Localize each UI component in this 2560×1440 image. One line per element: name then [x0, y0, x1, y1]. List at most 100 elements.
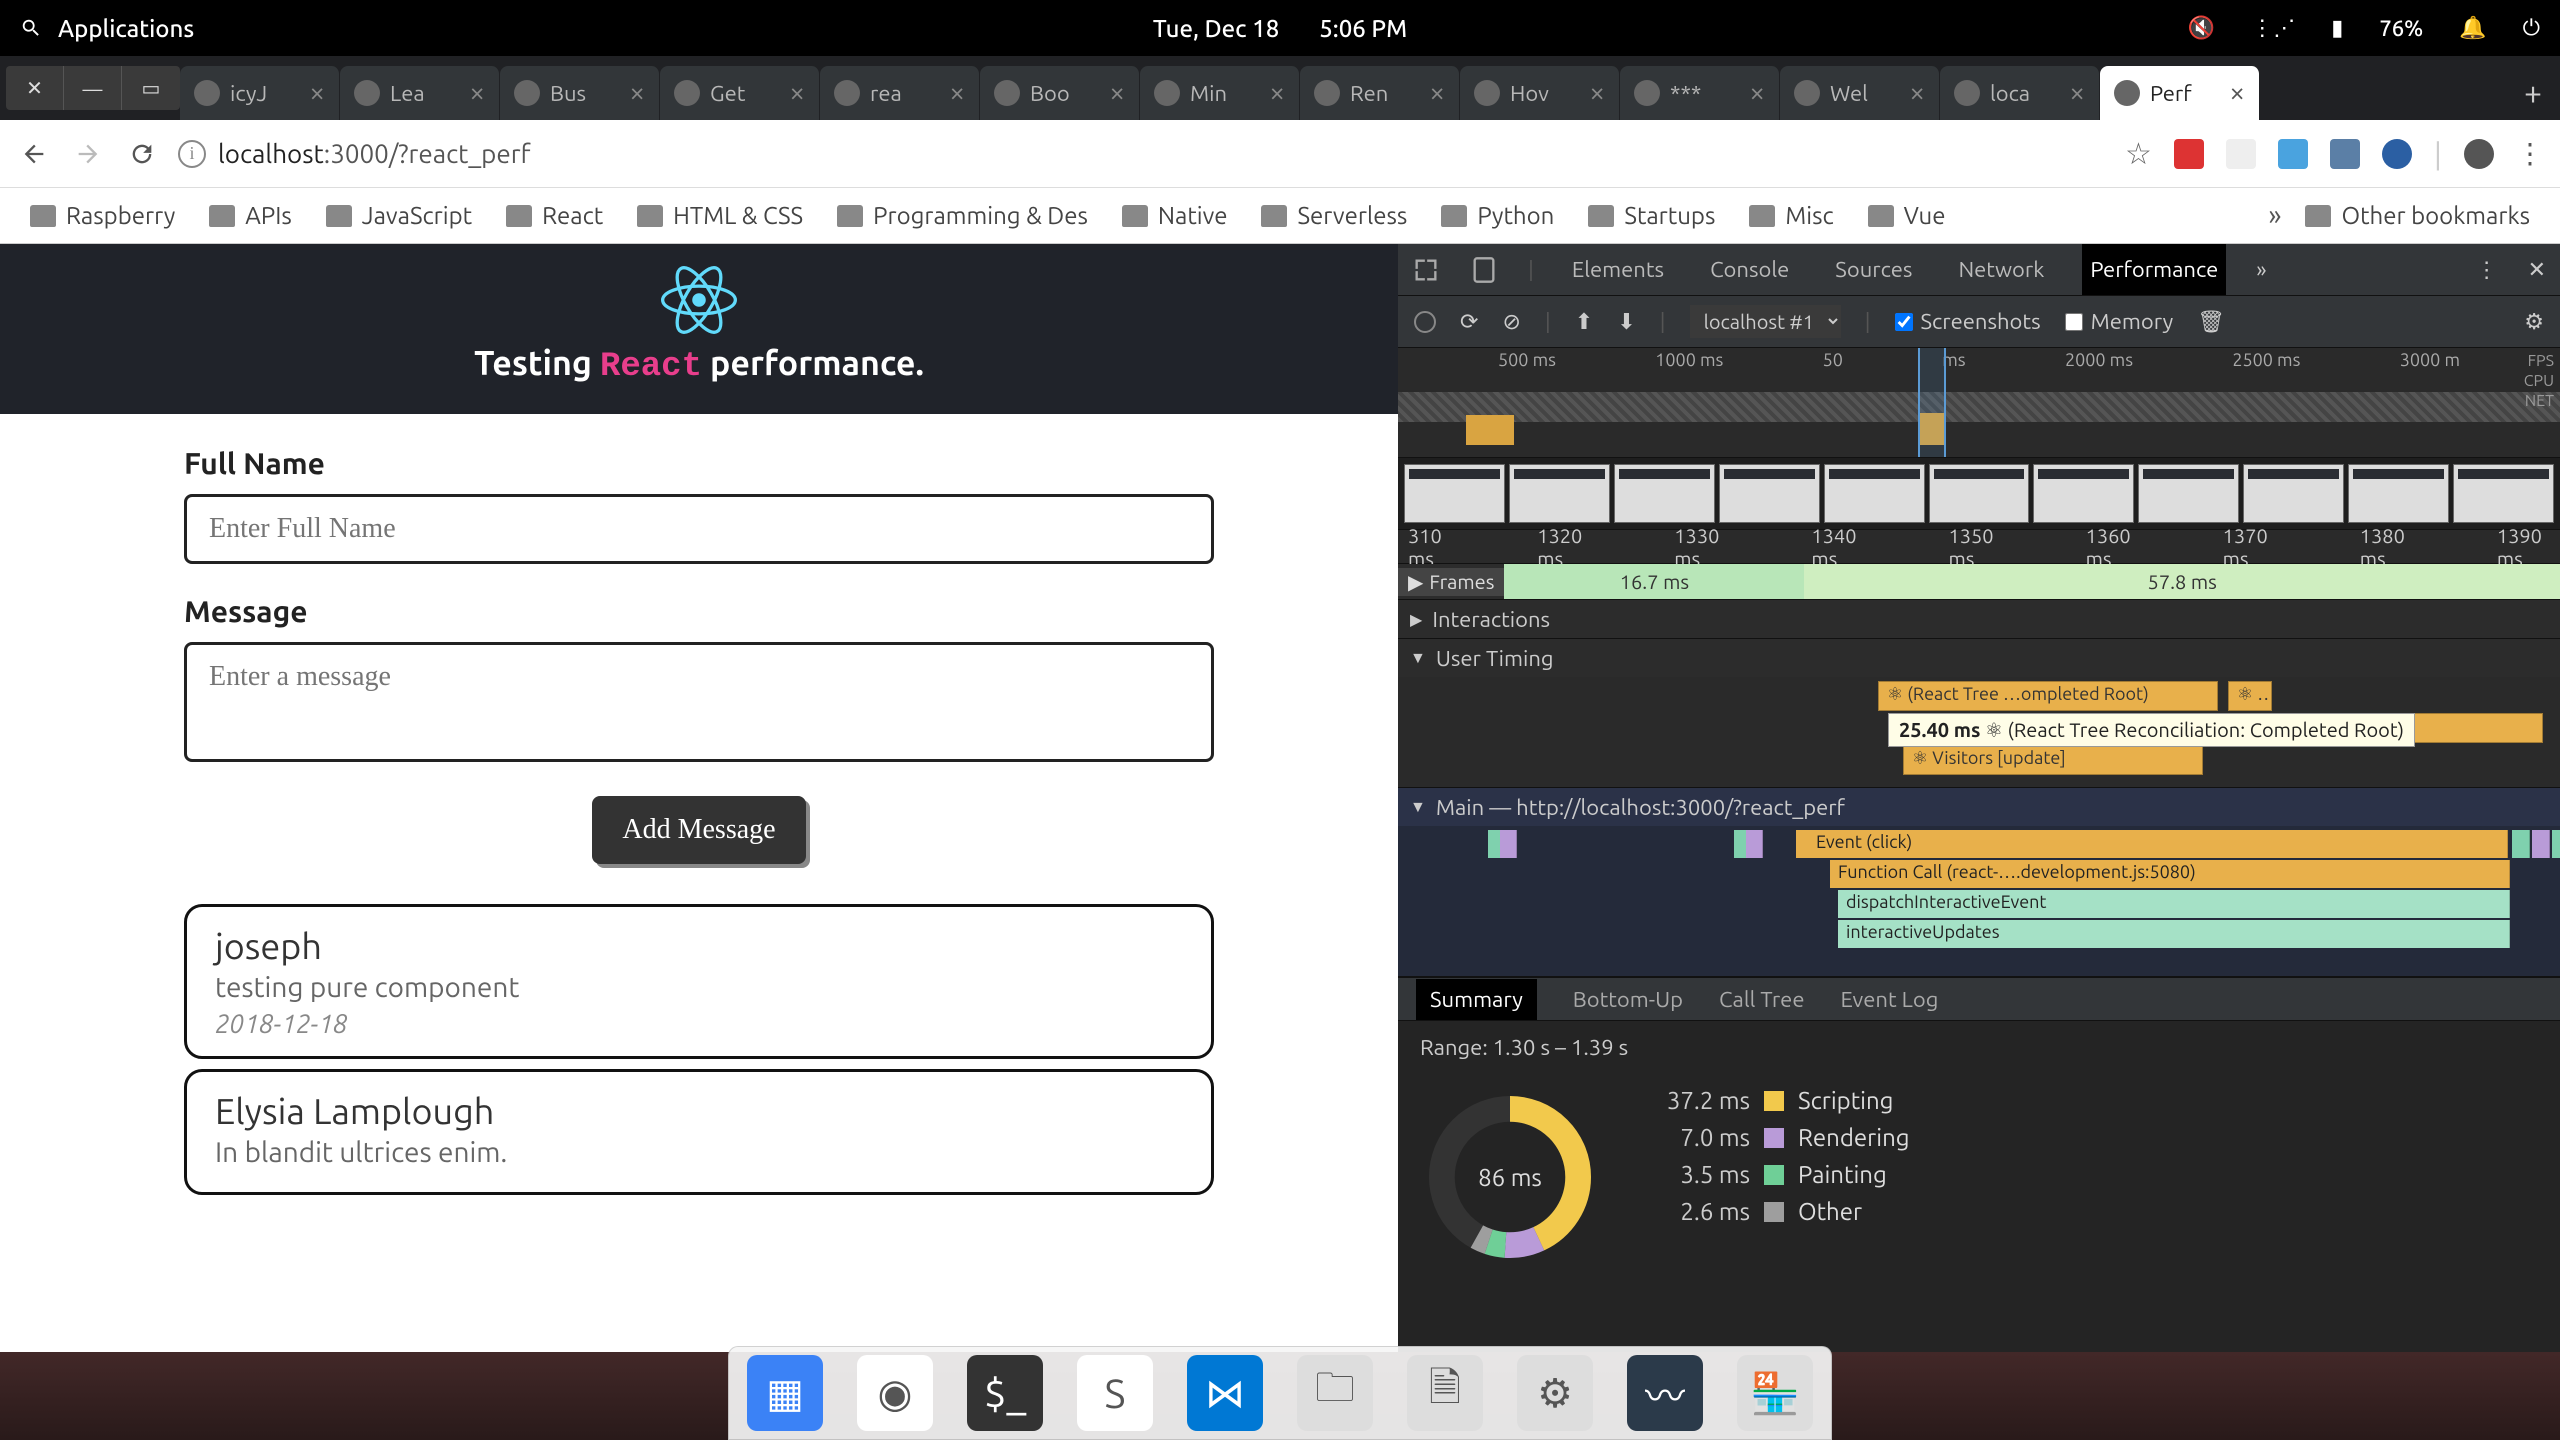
bookmark-item[interactable]: APIs: [199, 202, 302, 229]
dock-notes-icon[interactable]: 🗎: [1407, 1355, 1483, 1431]
perf-overview[interactable]: 500 ms1000 ms50ms2000 ms2500 ms3000 m FP…: [1398, 348, 2560, 458]
close-tab-icon[interactable]: ×: [1749, 79, 1765, 107]
close-tab-icon[interactable]: ×: [309, 79, 325, 107]
close-tab-icon[interactable]: ×: [469, 79, 485, 107]
bookmark-item[interactable]: Startups: [1578, 202, 1725, 229]
main-thread-track[interactable]: ▼Main — http://localhost:3000/?react_per…: [1398, 788, 2560, 826]
devtools-tab[interactable]: Console: [1702, 244, 1797, 295]
dock-vscode-icon[interactable]: ⋈: [1187, 1355, 1263, 1431]
flame-bar[interactable]: interactiveUpdates: [1838, 920, 2510, 948]
new-tab-button[interactable]: +: [2506, 66, 2560, 120]
notifications-icon[interactable]: 🔔: [2459, 15, 2486, 41]
bookmark-item[interactable]: Vue: [1858, 202, 1956, 229]
browser-tab[interactable]: Get×: [660, 66, 820, 120]
window-maximize[interactable]: ▭: [122, 66, 180, 110]
dock-settings-icon[interactable]: ⚙: [1517, 1355, 1593, 1431]
wifi-icon[interactable]: ⋮⋰: [2251, 15, 2295, 41]
frame-segment[interactable]: 57.8 ms: [1804, 564, 2560, 599]
devtools-tab[interactable]: Network: [1950, 244, 2052, 295]
browser-tab[interactable]: rea×: [820, 66, 980, 120]
browser-tab[interactable]: Wel×: [1780, 66, 1940, 120]
dock-files-icon[interactable]: 🗀: [1297, 1355, 1373, 1431]
timing-bar[interactable]: ⚛ Visitors [update]: [1903, 745, 2203, 775]
browser-tab[interactable]: Ren×: [1300, 66, 1460, 120]
bookmark-item[interactable]: Serverless: [1251, 202, 1417, 229]
browser-tab[interactable]: Perf×: [2100, 66, 2260, 120]
volume-mute-icon[interactable]: 🔇: [2188, 15, 2215, 41]
bookmarks-overflow[interactable]: »: [2268, 200, 2281, 231]
bookmark-item[interactable]: React: [496, 202, 613, 229]
dock-apps-icon[interactable]: ▦: [747, 1355, 823, 1431]
close-tab-icon[interactable]: ×: [2229, 79, 2245, 107]
bookmark-item[interactable]: Misc: [1739, 202, 1843, 229]
flame-bar[interactable]: [1746, 830, 1763, 858]
close-tab-icon[interactable]: ×: [949, 79, 965, 107]
close-tab-icon[interactable]: ×: [629, 79, 645, 107]
extension-icon[interactable]: [2278, 139, 2308, 169]
dock-slack-icon[interactable]: S: [1077, 1355, 1153, 1431]
target-select[interactable]: localhost #1: [1690, 305, 1841, 338]
summary-tab[interactable]: Summary: [1416, 979, 1537, 1020]
browser-tab[interactable]: loca×: [1940, 66, 2100, 120]
flame-bar[interactable]: dispatchInteractiveEvent: [1838, 890, 2510, 918]
bookmark-item[interactable]: Native: [1112, 202, 1238, 229]
browser-tab[interactable]: Boo×: [980, 66, 1140, 120]
dock-store-icon[interactable]: 🏪: [1737, 1355, 1813, 1431]
reload-record-button[interactable]: ⟳: [1460, 309, 1478, 335]
extension-icon[interactable]: [2382, 139, 2412, 169]
dock-monitor-icon[interactable]: 〰: [1627, 1355, 1703, 1431]
record-button[interactable]: [1414, 311, 1436, 333]
url-field[interactable]: i localhost:3000/?react_perf: [178, 139, 2107, 168]
bookmark-item[interactable]: Raspberry: [20, 202, 185, 229]
summary-tab[interactable]: Bottom-Up: [1573, 987, 1683, 1012]
window-close[interactable]: ✕: [6, 66, 64, 110]
devtools-tab[interactable]: Elements: [1564, 244, 1672, 295]
window-minimize[interactable]: —: [64, 66, 122, 110]
save-profile-icon[interactable]: ⬇: [1617, 309, 1635, 335]
bookmark-item[interactable]: Python: [1431, 202, 1564, 229]
close-tab-icon[interactable]: ×: [789, 79, 805, 107]
back-button[interactable]: [16, 136, 52, 172]
close-tab-icon[interactable]: ×: [1429, 79, 1445, 107]
timing-bar[interactable]: ⚛ (React Tree …ompleted Root): [1878, 681, 2218, 711]
bookmark-item[interactable]: HTML & CSS: [627, 202, 813, 229]
user-timing-track[interactable]: ▼User Timing: [1398, 639, 2560, 677]
flame-chart[interactable]: Event (click)Function Call (react-….deve…: [1398, 826, 2560, 976]
browser-menu-icon[interactable]: ⋮: [2516, 137, 2544, 170]
devtools-more-tabs[interactable]: »: [2256, 257, 2266, 282]
browser-tab[interactable]: Min×: [1140, 66, 1300, 120]
flame-bar[interactable]: Function Call (react-….development.js:50…: [1830, 860, 2510, 888]
browser-tab[interactable]: ***×: [1620, 66, 1780, 120]
bookmark-star-icon[interactable]: ☆: [2125, 136, 2152, 172]
devtools-close-icon[interactable]: ✕: [2528, 257, 2546, 283]
extension-icon[interactable]: [2330, 139, 2360, 169]
site-info-icon[interactable]: i: [178, 140, 206, 168]
clear-button[interactable]: ⊘: [1502, 309, 1520, 335]
dock-terminal-icon[interactable]: $_: [967, 1355, 1043, 1431]
device-icon[interactable]: [1470, 256, 1498, 284]
flame-bar[interactable]: [2552, 830, 2560, 858]
timing-bar[interactable]: ⚛ …): [2228, 681, 2272, 711]
dock-chrome-icon[interactable]: ◉: [857, 1355, 933, 1431]
close-tab-icon[interactable]: ×: [1269, 79, 1285, 107]
close-tab-icon[interactable]: ×: [1909, 79, 1925, 107]
summary-tab[interactable]: Call Tree: [1719, 987, 1804, 1012]
full-name-input[interactable]: [184, 494, 1214, 564]
flame-bar[interactable]: [1500, 830, 1517, 858]
flame-bar[interactable]: Event (click): [1808, 830, 2508, 858]
summary-tab[interactable]: Event Log: [1840, 987, 1938, 1012]
close-tab-icon[interactable]: ×: [2069, 79, 2085, 107]
reload-button[interactable]: [124, 136, 160, 172]
message-input[interactable]: [184, 642, 1214, 762]
browser-tab[interactable]: Hov×: [1460, 66, 1620, 120]
settings-gear-icon[interactable]: ⚙: [2524, 309, 2544, 335]
close-tab-icon[interactable]: ×: [1109, 79, 1125, 107]
extension-icon[interactable]: [2174, 139, 2204, 169]
bookmark-item[interactable]: Programming & Des: [827, 202, 1098, 229]
frames-track[interactable]: ▶ Frames 16.7 ms 57.8 ms: [1398, 564, 2560, 600]
extension-icon[interactable]: [2226, 139, 2256, 169]
other-bookmarks[interactable]: Other bookmarks: [2295, 202, 2540, 229]
user-timing-area[interactable]: 25.40 ms ⚛ (React Tree Reconciliation: C…: [1398, 677, 2560, 787]
trash-icon[interactable]: 🗑: [2197, 309, 2225, 335]
profile-avatar[interactable]: [2464, 139, 2494, 169]
